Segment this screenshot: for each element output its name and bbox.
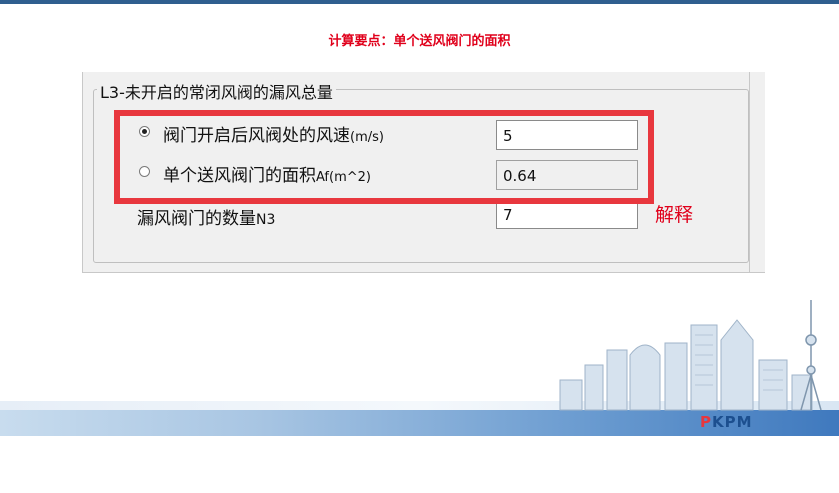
- label-valve-count-text: 漏风阀门的数量: [137, 209, 256, 229]
- explain-link[interactable]: 解释: [655, 200, 693, 227]
- logo-letters-pm: PM: [724, 413, 753, 431]
- slide-heading: 计算要点：单个送风阀门的面积: [328, 34, 511, 49]
- groupbox-title: L3-未开启的常闭风阀的漏风总量: [97, 79, 336, 103]
- logo-letter-k: K: [712, 413, 725, 431]
- pkpm-logo: PKPM: [700, 413, 753, 431]
- highlight-box: [114, 110, 654, 204]
- top-bar: [0, 0, 839, 4]
- label-valve-count: 漏风阀门的数量N3: [137, 204, 275, 229]
- logo-letter-p: P: [700, 413, 712, 431]
- panel-divider: [749, 72, 750, 272]
- label-valve-count-unit: N3: [256, 212, 276, 228]
- city-skyline-illustration: [559, 300, 822, 411]
